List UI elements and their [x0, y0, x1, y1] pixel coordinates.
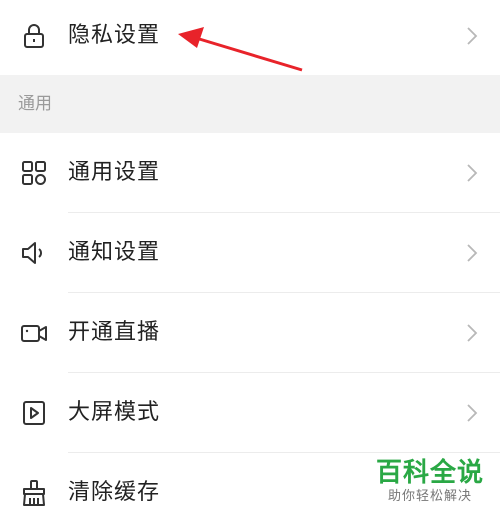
- settings-row-privacy[interactable]: 隐私设置: [0, 0, 500, 76]
- broom-icon: [20, 479, 48, 507]
- section-title: 通用: [18, 94, 52, 114]
- settings-row-label: 通知设置: [68, 240, 161, 265]
- settings-row-label: 通用设置: [68, 160, 161, 185]
- grid-icon: [20, 159, 48, 187]
- lock-icon: [20, 22, 48, 50]
- settings-row-general[interactable]: 通用设置: [0, 133, 500, 213]
- play-box-icon: [20, 399, 48, 427]
- settings-row-notifications[interactable]: 通知设置: [0, 213, 500, 293]
- video-camera-icon: [20, 319, 48, 347]
- settings-row-big-screen[interactable]: 大屏模式: [0, 373, 500, 453]
- settings-page: 隐私设置 通用 通用设置 通知设置 开通直播 大屏模式 清除缓存 百科全说 助你…: [0, 0, 500, 522]
- watermark-logo: 百科全说 助你轻松解决: [374, 458, 486, 516]
- chevron-right-icon: [466, 323, 478, 343]
- chevron-right-icon: [466, 26, 478, 46]
- chevron-right-icon: [466, 243, 478, 263]
- section-header-general: 通用: [0, 75, 500, 133]
- settings-row-label: 大屏模式: [68, 400, 161, 425]
- settings-row-label: 隐私设置: [68, 23, 161, 48]
- settings-row-label: 开通直播: [68, 320, 161, 345]
- chevron-right-icon: [466, 403, 478, 423]
- speaker-icon: [20, 239, 48, 267]
- settings-row-label: 清除缓存: [68, 480, 161, 505]
- watermark-title: 百科全说: [375, 458, 484, 488]
- chevron-right-icon: [466, 163, 478, 183]
- settings-row-live[interactable]: 开通直播: [0, 293, 500, 373]
- watermark-subtitle: 助你轻松解决: [387, 489, 472, 504]
